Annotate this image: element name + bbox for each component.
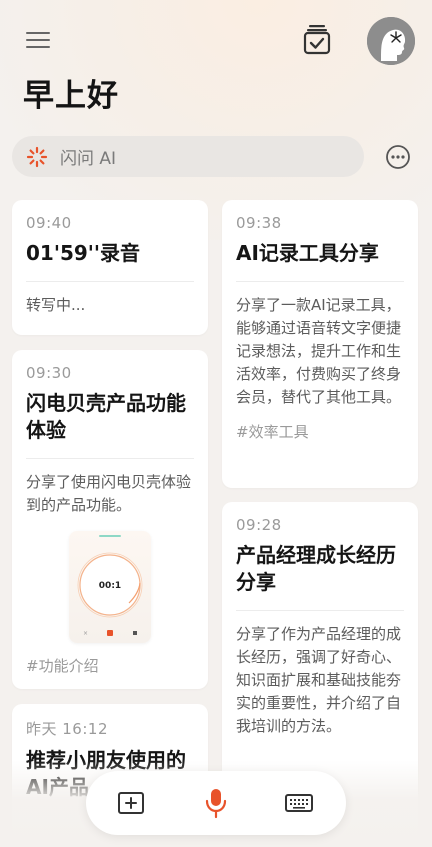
more-icon[interactable] <box>385 144 411 170</box>
divider <box>236 610 404 611</box>
note-summary: 分享了作为产品经理的成长经历，强调了好奇心、知识面扩展和基础技能夯实的重要性，并… <box>236 625 402 735</box>
note-card[interactable]: 09:38 AI记录工具分享 分享了一款AI记录工具，能够通过语音转文字便捷记录… <box>222 200 418 488</box>
svg-text:×: × <box>83 630 88 637</box>
note-title: 01'59''录音 <box>26 241 141 265</box>
note-time: 09:30 <box>26 364 72 382</box>
add-note-icon[interactable] <box>116 789 146 817</box>
note-card[interactable]: 09:40 01'59''录音 转写中... <box>12 200 208 335</box>
search-placeholder: 闪问 AI <box>60 149 117 169</box>
microphone-icon[interactable] <box>201 787 231 819</box>
note-time: 09:40 <box>26 214 72 232</box>
note-summary: 分享了使用闪电贝壳体验到的产品功能。 <box>26 473 192 514</box>
note-tag[interactable]: #效率工具 <box>236 421 404 442</box>
greeting-title: 早上好 <box>23 78 119 114</box>
spark-icon <box>26 146 48 167</box>
keyboard-icon[interactable] <box>284 789 314 817</box>
divider <box>26 281 194 282</box>
user-avatar[interactable] <box>367 17 415 65</box>
task-check-icon[interactable] <box>301 23 333 57</box>
divider <box>26 458 194 459</box>
note-time: 09:28 <box>236 516 282 534</box>
bottom-toolbar <box>86 771 346 835</box>
note-title: AI记录工具分享 <box>236 241 379 265</box>
note-status: 转写中... <box>26 296 86 314</box>
note-time: 09:38 <box>236 214 282 232</box>
note-summary: 分享了一款AI记录工具，能够通过语音转文字便捷记录想法，提升工作和生活效率，付费… <box>236 296 402 406</box>
note-title: 产品经理成长经历分享 <box>236 543 396 594</box>
top-bar <box>0 0 432 80</box>
thumb-timer: 00:1 <box>99 581 121 591</box>
divider <box>236 281 404 282</box>
note-tag[interactable]: #功能介绍 <box>26 655 194 676</box>
note-card[interactable]: 09:30 闪电贝壳产品功能体验 分享了使用闪电贝壳体验到的产品功能。 00:1… <box>12 350 208 689</box>
menu-icon[interactable] <box>26 32 52 50</box>
ai-search-bar[interactable]: 闪问 AI <box>12 136 364 177</box>
screenshot-thumbnail[interactable]: 00:1 × <box>69 531 151 643</box>
note-time: 昨天 16:12 <box>26 720 108 738</box>
note-title: 闪电贝壳产品功能体验 <box>26 391 186 442</box>
